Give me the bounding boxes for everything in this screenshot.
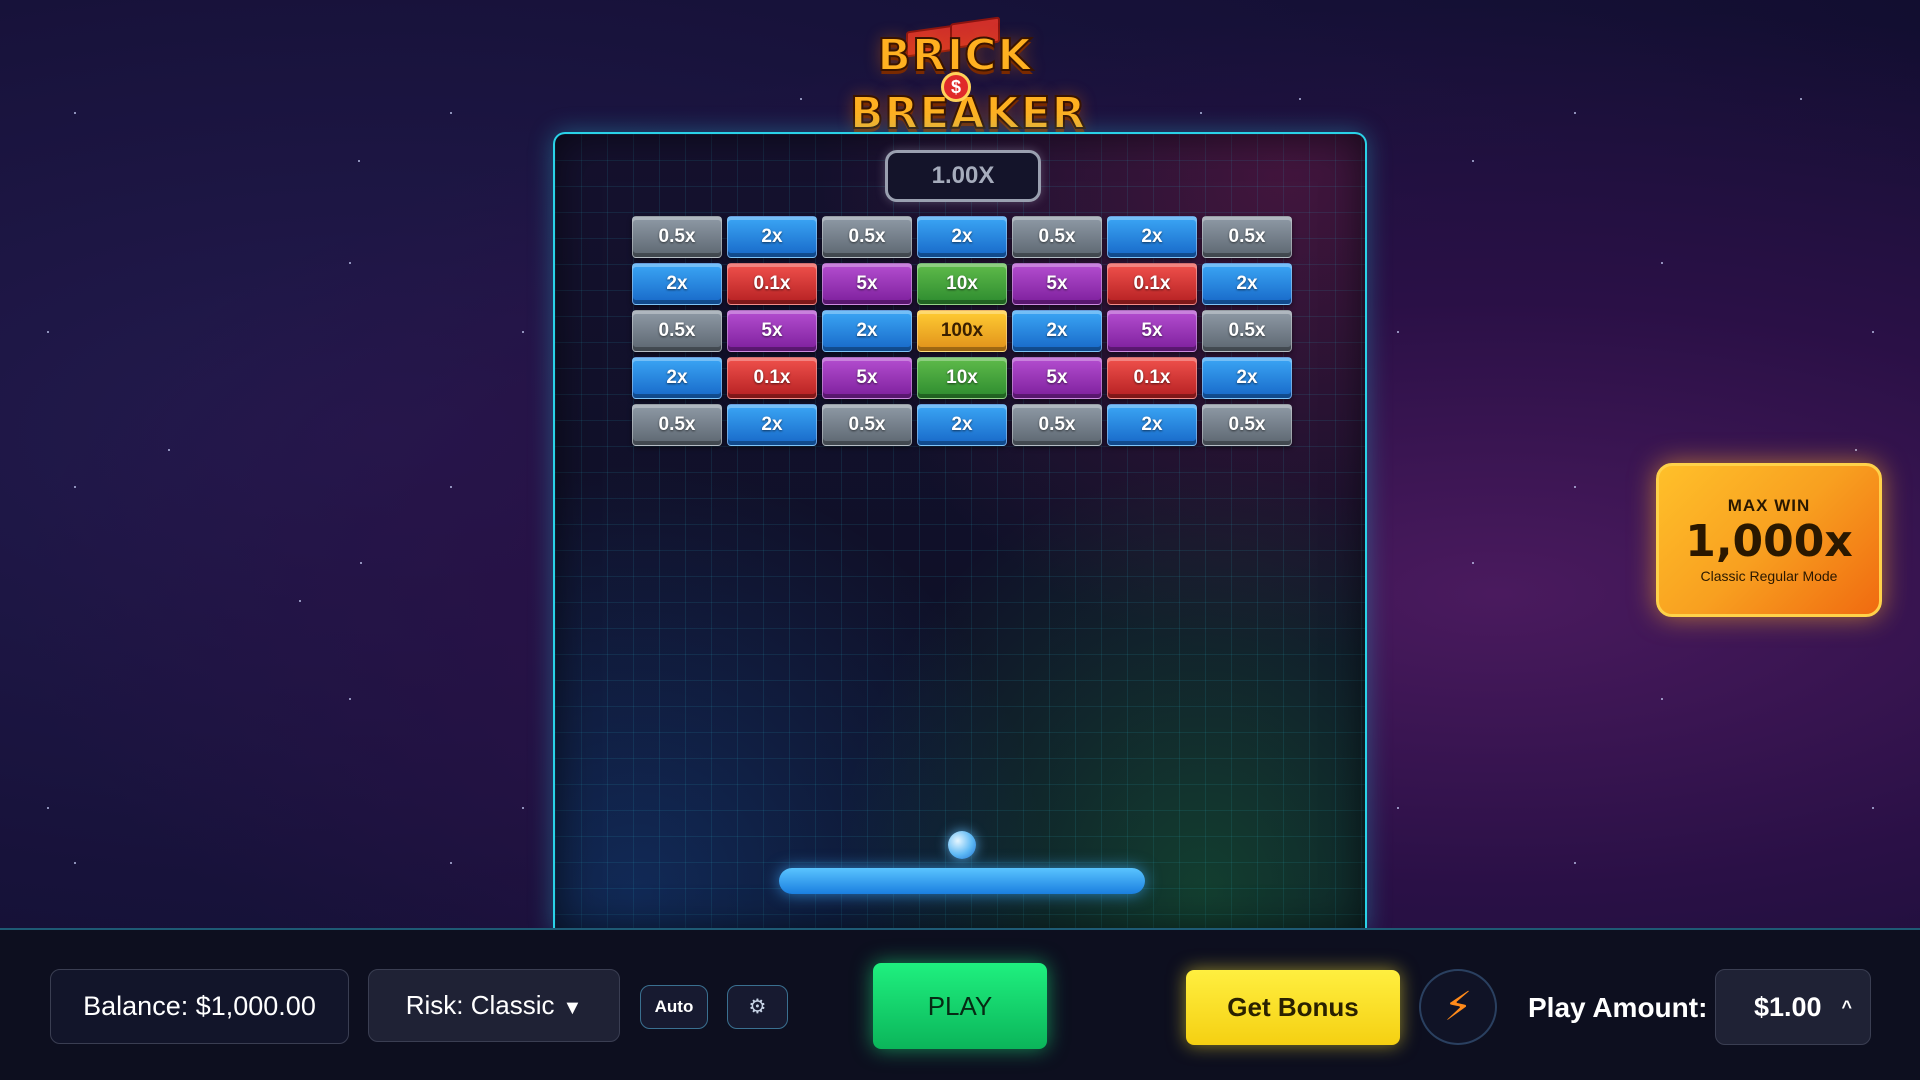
brick-purple: 5x bbox=[1012, 263, 1102, 305]
brick-blue: 2x bbox=[1202, 357, 1292, 399]
brick-gray: 0.5x bbox=[632, 216, 722, 258]
brick-blue: 2x bbox=[822, 310, 912, 352]
brick-blue: 2x bbox=[917, 404, 1007, 446]
turbo-button[interactable]: ⚡ bbox=[1419, 969, 1497, 1045]
brick-gray: 0.5x bbox=[1202, 310, 1292, 352]
paddle[interactable] bbox=[779, 868, 1145, 894]
dropdown-arrow-icon: ▼ bbox=[562, 997, 583, 1019]
brick-purple: 5x bbox=[1107, 310, 1197, 352]
brick-gold: 100x bbox=[917, 310, 1007, 352]
brick-gray: 0.5x bbox=[822, 404, 912, 446]
brick-gray: 0.5x bbox=[1012, 404, 1102, 446]
brick-red: 0.1x bbox=[727, 263, 817, 305]
brick-blue: 2x bbox=[1107, 404, 1197, 446]
brick-grid: 0.5x 2x 0.5x 2x 0.5x 2x 0.5x 2x 0.1x 5x 10x 5x 0.1x 2… bbox=[632, 216, 1292, 446]
brick-purple: 5x bbox=[727, 310, 817, 352]
ball bbox=[948, 831, 976, 859]
gear-icon: ⚙ bbox=[748, 996, 767, 1018]
brick-purple: 5x bbox=[822, 357, 912, 399]
chevron-up-icon: ^ bbox=[1841, 997, 1852, 1017]
lightning-icon: ⚡ bbox=[1443, 985, 1473, 1029]
game-board[interactable]: 1.00X 0.5x 2x 0.5x 2x 0.5x 2x 0.5x 2x 0.1x 5x 10x 5… bbox=[553, 132, 1367, 932]
brick-red: 0.1x bbox=[1107, 357, 1197, 399]
balance-display: Balance: $1,000.00 bbox=[50, 969, 349, 1044]
settings-button[interactable]: ⚙ bbox=[727, 985, 788, 1029]
play-button[interactable]: PLAY bbox=[873, 963, 1047, 1049]
coin-icon: $ bbox=[941, 72, 971, 102]
brick-gray: 0.5x bbox=[822, 216, 912, 258]
max-win-value: 1,000x bbox=[1685, 516, 1853, 567]
max-win-mode: Classic Regular Mode bbox=[1700, 568, 1838, 584]
brick-gray: 0.5x bbox=[1202, 216, 1292, 258]
brick-blue: 2x bbox=[917, 216, 1007, 258]
auto-button[interactable]: Auto bbox=[640, 985, 708, 1029]
brick-blue: 2x bbox=[1202, 263, 1292, 305]
control-bar: Balance: $1,000.00 Risk: Classic ▼ Auto ⚙… bbox=[0, 928, 1920, 1080]
max-win-card: MAX WIN 1,000x Classic Regular Mode bbox=[1656, 463, 1882, 617]
play-amount-label: Play Amount: bbox=[1528, 992, 1708, 1023]
get-bonus-button[interactable]: Get Bonus bbox=[1186, 970, 1400, 1045]
brick-purple: 5x bbox=[1012, 357, 1102, 399]
play-amount-value: $1.00 bbox=[1754, 992, 1822, 1022]
brick-purple: 5x bbox=[822, 263, 912, 305]
brick-gray: 0.5x bbox=[632, 310, 722, 352]
risk-select[interactable]: Risk: Classic ▼ bbox=[368, 969, 620, 1042]
brick-green: 10x bbox=[917, 357, 1007, 399]
brick-blue: 2x bbox=[1012, 310, 1102, 352]
brick-blue: 2x bbox=[727, 216, 817, 258]
risk-label: Risk: Classic bbox=[405, 990, 555, 1020]
brick-blue: 2x bbox=[727, 404, 817, 446]
brick-blue: 2x bbox=[632, 357, 722, 399]
brick-blue: 2x bbox=[632, 263, 722, 305]
play-amount-select[interactable]: $1.00 ^ bbox=[1715, 969, 1871, 1045]
brick-breaker-logo: BRICK BREAKER $ bbox=[849, 10, 1087, 140]
multiplier-display: 1.00X bbox=[885, 150, 1041, 202]
max-win-label: MAX WIN bbox=[1727, 496, 1811, 515]
brick-blue: 2x bbox=[1107, 216, 1197, 258]
brick-red: 0.1x bbox=[727, 357, 817, 399]
brick-green: 10x bbox=[917, 263, 1007, 305]
brick-gray: 0.5x bbox=[1012, 216, 1102, 258]
brick-red: 0.1x bbox=[1107, 263, 1197, 305]
brick-gray: 0.5x bbox=[632, 404, 722, 446]
brick-gray: 0.5x bbox=[1202, 404, 1292, 446]
